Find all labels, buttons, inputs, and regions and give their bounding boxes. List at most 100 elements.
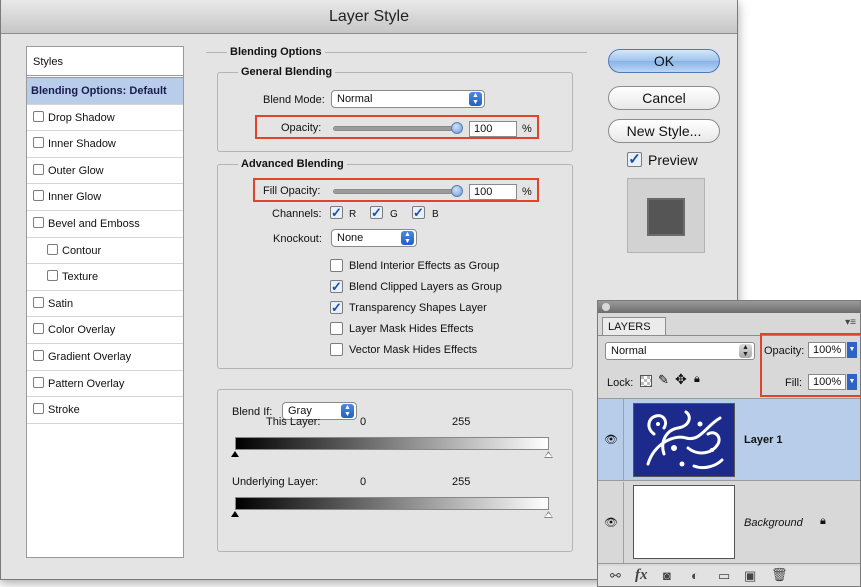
blend-mode-value: Normal bbox=[337, 93, 373, 105]
style-item[interactable]: Satin bbox=[27, 291, 183, 318]
new-style-button[interactable]: New Style... bbox=[608, 119, 720, 143]
ok-button[interactable]: OK bbox=[608, 49, 720, 73]
layer-row-background[interactable]: 👁︎ Background 🔒︎ bbox=[598, 482, 860, 564]
advanced-option-label: Blend Clipped Layers as Group bbox=[349, 281, 502, 293]
advanced-option-checkbox[interactable] bbox=[330, 259, 343, 272]
layer-opacity-input[interactable]: 100% bbox=[808, 342, 846, 358]
channel-b-checkbox[interactable]: ✓ bbox=[412, 206, 425, 219]
layer-fill-label: Fill: bbox=[785, 377, 803, 389]
advanced-option-checkbox[interactable]: ✓ bbox=[330, 301, 343, 314]
general-blending-legend: General Blending bbox=[238, 66, 336, 78]
this-layer-max: 255 bbox=[452, 416, 471, 428]
style-item[interactable]: Contour bbox=[27, 238, 183, 265]
style-checkbox[interactable] bbox=[47, 243, 58, 255]
advanced-option-checkbox[interactable] bbox=[330, 322, 343, 335]
lock-transparent-icon[interactable] bbox=[640, 375, 652, 387]
style-checkbox[interactable] bbox=[47, 270, 58, 282]
style-checkbox[interactable] bbox=[33, 349, 44, 361]
layer-fill-input[interactable]: 100% bbox=[808, 374, 846, 390]
cancel-button[interactable]: Cancel bbox=[608, 86, 720, 110]
knockout-value: None bbox=[337, 232, 364, 244]
general-blending-group bbox=[217, 72, 573, 152]
advanced-blending-legend: Advanced Blending bbox=[238, 158, 347, 170]
style-checkbox[interactable] bbox=[33, 190, 44, 202]
fx-icon[interactable]: fx bbox=[635, 567, 648, 584]
channel-r-checkbox[interactable]: ✓ bbox=[330, 206, 343, 219]
style-item[interactable]: Blending Options: Default bbox=[27, 78, 183, 105]
lock-all-icon[interactable]: 🔒︎ bbox=[694, 373, 700, 386]
styles-list: Styles Blending Options: Default Drop Sha… bbox=[26, 46, 184, 558]
style-checkbox[interactable] bbox=[33, 323, 44, 335]
style-item[interactable]: Outer Glow bbox=[27, 158, 183, 185]
visibility-cell[interactable]: 👁︎ bbox=[598, 482, 624, 563]
style-checkbox[interactable] bbox=[33, 216, 44, 228]
style-checkbox[interactable] bbox=[33, 403, 44, 415]
style-item[interactable]: Stroke bbox=[27, 397, 183, 424]
new-layer-icon[interactable]: ▣ bbox=[744, 568, 756, 584]
layers-panel-titlebar[interactable] bbox=[598, 301, 860, 313]
preview-label: Preview bbox=[648, 152, 698, 168]
lock-move-icon[interactable]: ✥ bbox=[675, 371, 687, 388]
style-checkbox[interactable] bbox=[33, 137, 44, 149]
underlying-layer-max: 255 bbox=[452, 476, 471, 488]
eye-icon[interactable]: 👁︎ bbox=[604, 516, 618, 529]
opacity-slider-thumb[interactable] bbox=[451, 122, 463, 134]
style-item[interactable]: Color Overlay bbox=[27, 317, 183, 344]
knockout-select[interactable]: None ▲ ▼ bbox=[331, 229, 417, 247]
style-item[interactable]: Gradient Overlay bbox=[27, 344, 183, 371]
fill-opacity-slider[interactable] bbox=[333, 185, 463, 197]
trash-icon[interactable]: 🗑︎ bbox=[771, 567, 788, 583]
style-item[interactable]: Texture bbox=[27, 264, 183, 291]
layer-row-layer1[interactable]: 👁︎ Layer 1 bbox=[598, 398, 860, 481]
this-layer-min: 0 bbox=[360, 416, 367, 428]
close-icon[interactable] bbox=[602, 303, 610, 311]
select-arrows-icon: ▲ ▼ bbox=[341, 404, 354, 418]
layer-name[interactable]: Layer 1 bbox=[744, 433, 783, 447]
style-item[interactable]: Bevel and Emboss bbox=[27, 211, 183, 238]
style-checkbox[interactable] bbox=[33, 163, 44, 175]
advanced-option-checkbox[interactable] bbox=[330, 343, 343, 356]
opacity-input[interactable]: 100 bbox=[469, 121, 517, 137]
style-item-label: Inner Shadow bbox=[48, 138, 116, 151]
layer-name[interactable]: Background bbox=[744, 516, 803, 530]
link-icon[interactable]: ⚯ bbox=[610, 568, 621, 584]
panel-menu-icon[interactable]: ▾≡ bbox=[845, 317, 856, 328]
underlying-layer-label: Underlying Layer: bbox=[232, 476, 319, 488]
style-checkbox[interactable] bbox=[33, 376, 44, 388]
blend-mode-select[interactable]: Normal ▲ ▼ bbox=[331, 90, 485, 108]
eye-icon[interactable]: 👁︎ bbox=[604, 433, 618, 446]
fill-opacity-slider-thumb[interactable] bbox=[451, 185, 463, 197]
style-item[interactable]: Pattern Overlay bbox=[27, 371, 183, 398]
advanced-option-checkbox[interactable]: ✓ bbox=[330, 280, 343, 293]
this-layer-gradient bbox=[235, 437, 549, 450]
adjustment-icon[interactable]: ◐ bbox=[691, 568, 699, 583]
lock-label: Lock: bbox=[607, 377, 634, 389]
style-checkbox[interactable] bbox=[33, 110, 44, 122]
style-item-label: Gradient Overlay bbox=[48, 350, 132, 363]
mask-icon[interactable]: ◙ bbox=[663, 568, 671, 583]
style-item-label: Color Overlay bbox=[48, 324, 116, 337]
style-item[interactable]: Inner Glow bbox=[27, 184, 183, 211]
layer-blend-mode-select[interactable]: Normal ▲ ▼ bbox=[605, 342, 755, 360]
this-layer-label: This Layer: bbox=[266, 416, 321, 428]
lock-icon: 🔒︎ bbox=[820, 515, 826, 527]
style-item[interactable]: Drop Shadow bbox=[27, 105, 183, 132]
preview-checkbox[interactable]: ✓ bbox=[627, 152, 642, 167]
fill-opacity-input[interactable]: 100 bbox=[469, 184, 517, 200]
style-item[interactable]: Inner Shadow bbox=[27, 131, 183, 158]
style-item-label: Texture bbox=[62, 271, 99, 284]
ornament-thumbnail-image bbox=[634, 404, 734, 476]
folder-icon[interactable]: ▭ bbox=[718, 568, 730, 584]
layers-tab[interactable]: LAYERS bbox=[602, 317, 666, 335]
opacity-dropdown-icon[interactable]: ▼ bbox=[847, 342, 857, 358]
underlying-black-slider[interactable] bbox=[231, 511, 239, 517]
visibility-cell[interactable]: 👁︎ bbox=[598, 399, 624, 480]
fill-dropdown-icon[interactable]: ▼ bbox=[847, 374, 857, 390]
opacity-slider[interactable] bbox=[333, 122, 463, 134]
this-layer-black-slider[interactable] bbox=[231, 451, 239, 457]
style-item-label: Satin bbox=[48, 297, 74, 310]
style-checkbox[interactable] bbox=[33, 296, 44, 308]
lock-paint-icon[interactable]: ✎ bbox=[658, 372, 669, 388]
underlying-layer-min: 0 bbox=[360, 476, 367, 488]
channel-g-checkbox[interactable]: ✓ bbox=[370, 206, 383, 219]
